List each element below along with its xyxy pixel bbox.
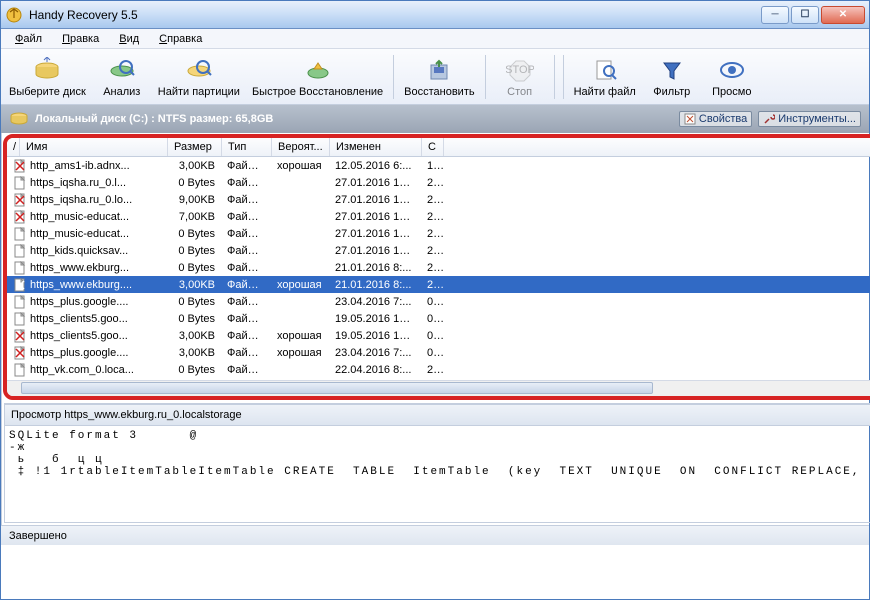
file-row[interactable]: https_iqsha.ru_0.lo...9,00KBФайл "...27.… — [7, 191, 870, 208]
toolbar-label: Просмо — [712, 86, 751, 98]
filter-icon — [658, 56, 686, 84]
preview-pane: Просмотр https_www.ekburg.ru_0.localstor… — [4, 403, 870, 523]
sort-indicator[interactable]: / — [7, 138, 20, 156]
menu-file[interactable]: Файл — [7, 31, 50, 47]
toolbar-label: Найти партиции — [158, 86, 240, 98]
file-icon — [13, 278, 27, 292]
file-icon — [13, 244, 27, 258]
file-row[interactable]: https_plus.google....3,00KBФайл "...хоро… — [7, 344, 870, 361]
file-list-pane: / ИмяРазмерТипВероят...ИзмененС http_ams… — [3, 134, 870, 400]
toolbar-label: Найти файл — [574, 86, 636, 98]
maximize-button[interactable]: ☐ — [791, 6, 819, 24]
file-row[interactable]: http_music-educat...7,00KBФайл "...27.01… — [7, 208, 870, 225]
analyze-icon — [108, 56, 136, 84]
status-text: Завершено — [9, 530, 67, 542]
drive-bar: Локальный диск (C:) : NTFS размер: 65,8G… — [1, 105, 869, 133]
column-header-size[interactable]: Размер — [168, 138, 222, 156]
file-icon — [13, 159, 27, 173]
window-title: Handy Recovery 5.5 — [29, 8, 761, 22]
toolbar-preview[interactable]: Просмо — [702, 54, 762, 100]
file-icon — [13, 193, 27, 207]
quick-restore-icon — [304, 56, 332, 84]
svg-text:STOP: STOP — [506, 64, 534, 76]
toolbar-stop: STOP Стоп — [490, 54, 550, 100]
toolbar-find-file[interactable]: Найти файл — [568, 54, 642, 100]
file-row[interactable]: https_clients5.goo...3,00KBФайл "...хоро… — [7, 327, 870, 344]
file-icon — [13, 363, 27, 377]
toolbar-find-partitions[interactable]: Найти партиции — [152, 54, 246, 100]
column-header-mod[interactable]: Изменен — [330, 138, 422, 156]
column-header-prob[interactable]: Вероят... — [272, 138, 330, 156]
preview-title: Просмотр https_www.ekburg.ru_0.localstor… — [11, 409, 242, 421]
file-icon — [13, 346, 27, 360]
file-row[interactable]: https_www.ekburg....3,00KBФайл "...хорош… — [7, 276, 870, 293]
column-header-name[interactable]: Имя — [20, 138, 168, 156]
menubar: Файл Правка Вид Справка — [1, 29, 869, 49]
toolbar-analyze[interactable]: Анализ — [92, 54, 152, 100]
menu-edit[interactable]: Правка — [54, 31, 107, 47]
find-file-icon — [591, 56, 619, 84]
file-icon — [13, 312, 27, 326]
toolbar-label: Стоп — [507, 86, 532, 98]
drive-icon — [9, 111, 29, 127]
file-row[interactable]: http_music-educat...0 BytesФайл "...27.0… — [7, 225, 870, 242]
toolbar-restore[interactable]: Восстановить — [398, 54, 480, 100]
toolbar-label: Анализ — [103, 86, 140, 98]
column-header-type[interactable]: Тип — [222, 138, 272, 156]
app-icon — [5, 6, 23, 24]
toolbar-label: Восстановить — [404, 86, 474, 98]
horizontal-scrollbar[interactable] — [7, 380, 870, 396]
file-row[interactable]: https_clients5.goo...0 BytesФайл "...19.… — [7, 310, 870, 327]
file-list-header: / ИмяРазмерТипВероят...ИзмененС — [7, 138, 870, 157]
file-icon — [13, 227, 27, 241]
file-icon — [13, 295, 27, 309]
toolbar-filter[interactable]: Фильтр — [642, 54, 702, 100]
titlebar: Handy Recovery 5.5 ─ ☐ ✕ — [1, 1, 869, 29]
file-row[interactable]: https_plus.google....0 BytesФайл "...23.… — [7, 293, 870, 310]
toolbar-select-disk[interactable]: Выберите диск — [3, 54, 92, 100]
file-icon — [13, 176, 27, 190]
file-row[interactable]: http_ams1-ib.adnx...3,00KBФайл "...хорош… — [7, 157, 870, 174]
restore-icon — [425, 56, 453, 84]
properties-button[interactable]: Свойства — [679, 111, 752, 127]
file-list[interactable]: http_ams1-ib.adnx...3,00KBФайл "...хорош… — [7, 157, 870, 380]
menu-view[interactable]: Вид — [111, 31, 147, 47]
drive-text: Локальный диск (C:) : NTFS размер: 65,8G… — [35, 113, 273, 125]
file-row[interactable]: https_iqsha.ru_0.l...0 BytesФайл "...27.… — [7, 174, 870, 191]
preview-body: SQLite format 3 @ -ж ь б ц ц ‡ !1 1rtabl… — [4, 426, 870, 523]
file-icon — [13, 210, 27, 224]
toolbar-label: Фильтр — [653, 86, 690, 98]
preview-icon — [718, 56, 746, 84]
file-row[interactable]: http_vk.com_0.loca...0 BytesФайл "...22.… — [7, 361, 870, 378]
file-row[interactable]: http_kids.quicksav...0 BytesФайл "...27.… — [7, 242, 870, 259]
menu-help[interactable]: Справка — [151, 31, 210, 47]
column-header-cr[interactable]: С — [422, 138, 444, 156]
find-partitions-icon — [185, 56, 213, 84]
close-button[interactable]: ✕ — [821, 6, 865, 24]
tools-button[interactable]: Инструменты... — [758, 111, 861, 127]
minimize-button[interactable]: ─ — [761, 6, 789, 24]
stop-icon: STOP — [506, 56, 534, 84]
statusbar: Завершено — [1, 525, 869, 545]
toolbar-label: Выберите диск — [9, 86, 86, 98]
file-row[interactable]: https_www.ekburg...0 BytesФайл "...21.01… — [7, 259, 870, 276]
toolbar-label: Быстрое Восстановление — [252, 86, 383, 98]
toolbar: Выберите диск Анализ Найти партиции Быстрое… — [1, 49, 869, 105]
toolbar-quick-restore[interactable]: Быстрое Восстановление — [246, 54, 389, 100]
file-icon — [13, 329, 27, 343]
file-icon — [13, 261, 27, 275]
select-disk-icon — [33, 56, 61, 84]
